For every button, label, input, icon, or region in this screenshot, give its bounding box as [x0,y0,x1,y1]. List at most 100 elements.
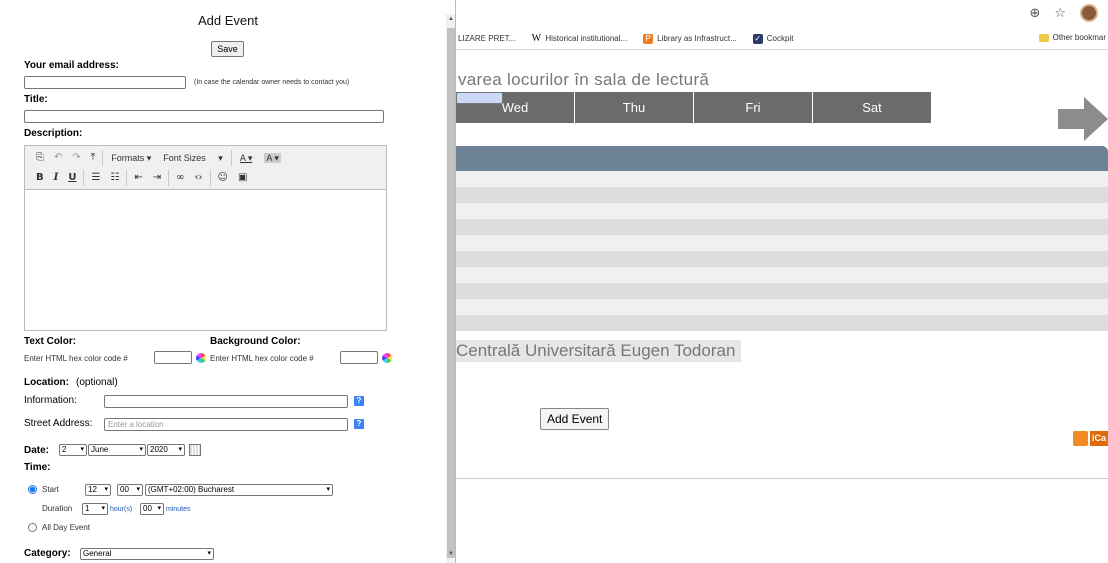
rss-icon[interactable] [1073,431,1088,446]
date-day-select[interactable]: 2 ▾ [59,444,87,456]
bullet-list-icon[interactable]: ☰ [86,168,105,188]
dialog-titlebar [0,0,446,14]
indent-icon[interactable]: ⇥ [148,168,166,188]
minutes-unit: minutes [166,506,191,513]
chevron-down-icon: ▾ [218,152,223,163]
help-icon[interactable]: ? [354,396,364,406]
toolbar-separator [83,170,85,186]
color-wheel-icon[interactable] [382,353,392,363]
italic-icon[interactable]: I [49,168,64,188]
chevron-down-icon: ▾ [178,446,182,453]
add-event-button[interactable]: Add Event [540,408,610,430]
underline-icon[interactable]: U [63,168,81,188]
duration-minutes-select[interactable]: 00 ▾ [140,503,164,515]
title-field[interactable] [24,110,384,123]
location-optional: (optional) [76,377,118,388]
background-color-button[interactable]: A ▾ [258,152,287,164]
save-button[interactable]: Save [211,41,244,57]
bookmark-item[interactable]: ✓ Cockpit [752,33,793,44]
image-icon[interactable]: ▣ [233,168,252,188]
bookmark-item[interactable]: W Historical institutional... [531,32,628,44]
category-label: Category: [24,548,71,559]
category-value: General [83,549,112,558]
ical-button[interactable]: iCa [1090,431,1108,446]
hour-select[interactable]: 12 ▾ [85,484,111,496]
paste-icon[interactable]: ⎘ [31,148,49,168]
chevron-down-icon: ▾ [104,486,108,493]
upload-icon[interactable]: ⤒ [86,148,100,168]
next-arrow-icon[interactable] [1058,97,1108,141]
redo-icon[interactable]: ↷ [67,148,85,168]
duration-label: Duration [42,504,73,513]
timezone-select[interactable]: (GMT+02:00) Bucharest ▾ [145,484,333,496]
calendar-row [456,315,1108,331]
description-editor[interactable]: ⎘ ↶ ↷ ⤒ Formats ▾ Font Sizes ▾ A ▾ A ▾ B… [24,145,387,331]
chevron-down-icon: ▾ [139,446,143,453]
day-tab-thu[interactable]: Thu [575,92,694,123]
font-sizes-label: Font Sizes [163,152,206,163]
outdent-icon[interactable]: ⇤ [129,168,147,188]
email-note: (In case the calendar owner needs to con… [194,79,350,86]
day-tab-selected[interactable] [456,92,503,104]
bold-icon[interactable]: B [31,168,49,188]
color-wheel-icon[interactable] [196,353,206,363]
category-select[interactable]: General ▾ [80,548,214,560]
hour-value: 12 [88,485,97,494]
bookmarks-bar: LIZARE PRET... W Historical institutiona… [456,28,1108,50]
dialog-scrollbar[interactable]: ▲ ▼ [446,14,455,563]
star-icon[interactable]: ☆ [1054,6,1066,21]
help-icon[interactable]: ? [354,419,364,429]
minute-value: 00 [120,485,129,494]
day-tabs: Wed Thu Fri Sat [456,92,932,123]
scroll-up-icon[interactable]: ▲ [446,16,455,26]
start-label: Start [42,485,59,494]
email-field[interactable] [24,76,186,89]
link-icon[interactable]: ∞ [171,168,189,188]
zoom-icon[interactable]: ⊕ [1029,6,1040,21]
information-field[interactable] [104,395,348,408]
day-tab-sat[interactable]: Sat [813,92,932,123]
date-month-select[interactable]: June ▾ [88,444,146,456]
scroll-down-icon[interactable]: ▼ [446,551,455,561]
emoticon-icon[interactable]: ☺ [213,168,233,188]
toolbar-separator [230,150,232,166]
font-sizes-dropdown[interactable]: Font Sizes ▾ [157,153,229,164]
profile-avatar[interactable] [1080,4,1098,22]
background-color-field[interactable] [340,351,378,364]
chevron-down-icon: ▾ [136,486,140,493]
calendar-row [456,219,1108,235]
scrollbar-thumb[interactable] [447,28,455,558]
title-label: Title: [24,94,48,105]
start-radio[interactable] [28,485,37,494]
calendar-icon[interactable] [189,444,201,456]
minute-select[interactable]: 00 ▾ [117,484,143,496]
wikipedia-icon: W [531,32,542,44]
text-color-button[interactable]: A ▾ [234,153,259,164]
email-label: Your email address: [24,60,119,71]
duration-hours-select[interactable]: 1 ▾ [82,503,108,515]
street-address-field[interactable]: Enter a location [104,418,348,431]
text-color-field[interactable] [154,351,192,364]
dialog-title: Add Event [198,13,258,28]
code-icon[interactable]: ‹› [190,168,208,188]
toolbar-separator [126,170,128,186]
calendar-row [456,251,1108,267]
bookmark-item[interactable]: P Library as Infrastruct... [643,33,737,44]
background-color-label: Background Color: [210,336,301,347]
chevron-down-icon: ▾ [101,505,105,512]
text-color-label: Text Color: [24,336,77,347]
numbered-list-icon[interactable]: ☷ [105,168,124,188]
calendar-row [456,203,1108,219]
bookmark-item[interactable]: LIZARE PRET... [458,34,515,43]
folder-icon [1038,33,1049,42]
other-bookmarks[interactable]: Other bookmar [1038,33,1106,42]
date-year-select[interactable]: 2020 ▾ [147,444,185,456]
formats-dropdown[interactable]: Formats ▾ [105,153,157,164]
date-month-value: June [91,445,109,454]
calendar-row [456,299,1108,315]
undo-icon[interactable]: ↶ [49,148,67,168]
all-day-radio[interactable] [28,523,37,532]
information-label: Information: [24,395,77,406]
day-tab-fri[interactable]: Fri [694,92,813,123]
toolbar-separator [168,170,170,186]
